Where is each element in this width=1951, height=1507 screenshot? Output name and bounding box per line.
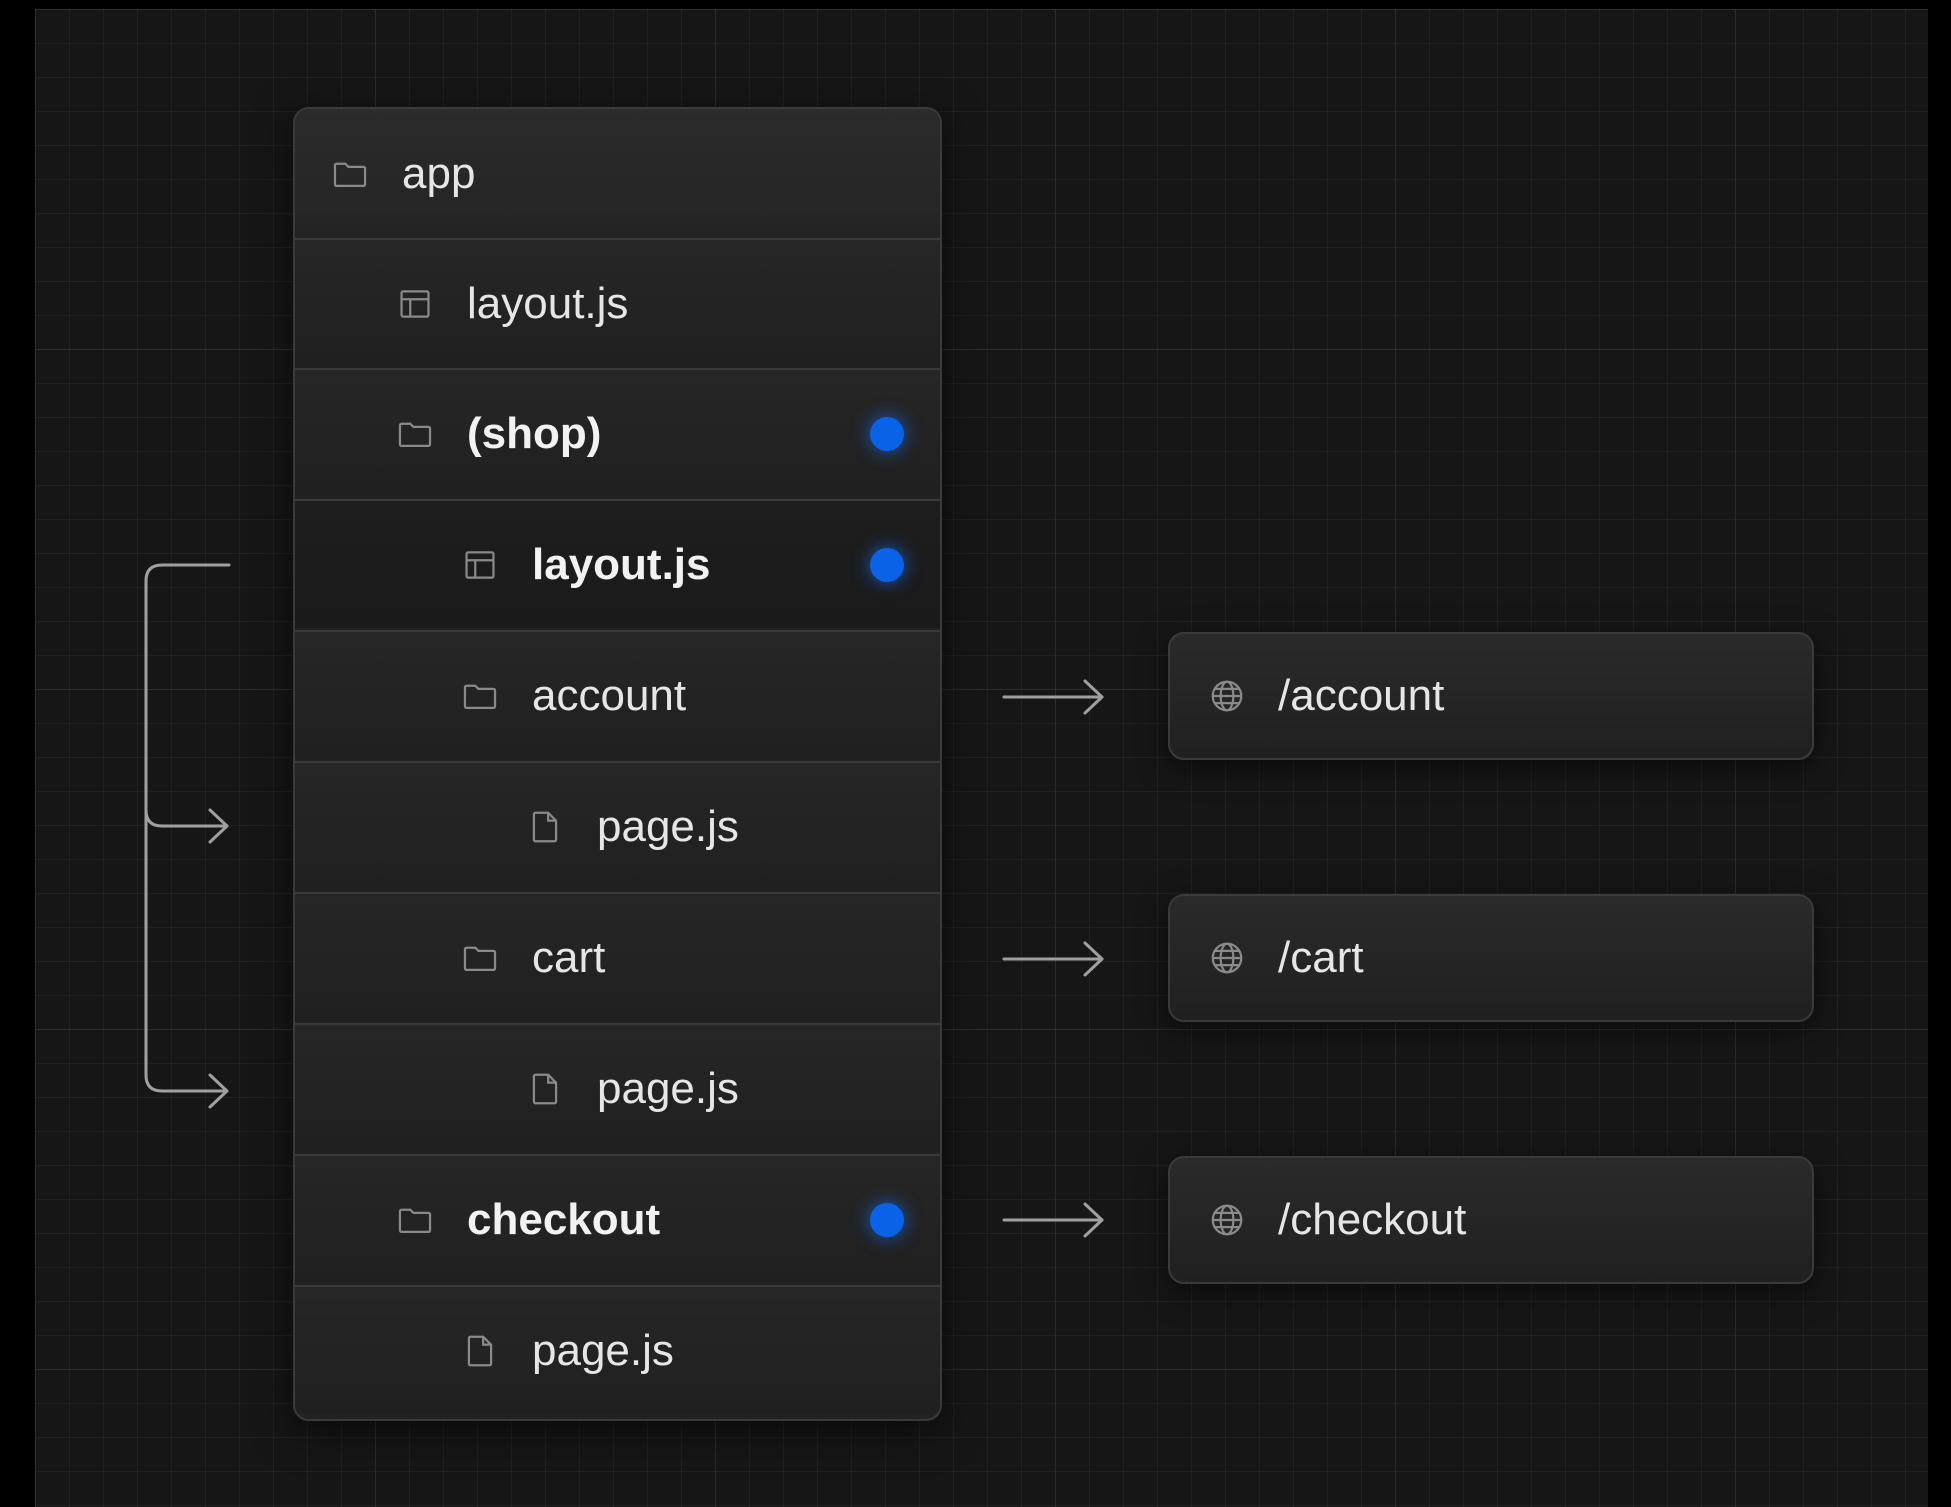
status-dot <box>870 547 904 582</box>
tree-row-shop[interactable]: (shop) <box>295 368 940 497</box>
tree-row-account[interactable]: account <box>295 630 940 759</box>
tree-row-account-page[interactable]: page.js <box>295 761 940 890</box>
tree-row-cart-page[interactable]: page.js <box>295 1023 940 1152</box>
globe-icon <box>1208 677 1246 715</box>
route-label: /cart <box>1278 933 1364 982</box>
file-icon <box>526 1070 564 1108</box>
route-label: /checkout <box>1278 1195 1467 1244</box>
folder-icon <box>461 677 499 715</box>
route-label: /account <box>1278 671 1445 720</box>
tree-row-cart[interactable]: cart <box>295 892 940 1021</box>
tree-row-label: (shop) <box>467 408 602 458</box>
file-tree: app layout.js (shop) layout.js account p… <box>293 107 942 1421</box>
status-dot <box>870 1202 904 1237</box>
file-icon <box>526 808 564 846</box>
folder-icon <box>461 939 499 977</box>
folder-icon <box>396 415 434 453</box>
tree-row-label: layout.js <box>532 539 711 589</box>
file-icon <box>461 1332 499 1370</box>
tree-row-app[interactable]: app <box>295 109 940 238</box>
tree-row-label: checkout <box>467 1194 661 1244</box>
tree-row-shop-layout[interactable]: layout.js <box>295 499 940 628</box>
route-cart[interactable]: /cart <box>1168 894 1814 1022</box>
status-dot <box>870 416 904 451</box>
tree-row-checkout-page[interactable]: page.js <box>295 1285 940 1414</box>
layout-icon <box>461 546 499 584</box>
globe-icon <box>1208 939 1246 977</box>
tree-row-label: page.js <box>597 1063 739 1113</box>
tree-row-label: page.js <box>532 1325 674 1375</box>
route-account[interactable]: /account <box>1168 632 1814 760</box>
tree-row-layout[interactable]: layout.js <box>295 238 940 367</box>
folder-icon <box>331 155 369 193</box>
tree-row-label: page.js <box>597 801 739 851</box>
folder-icon <box>396 1201 434 1239</box>
tree-row-label: app <box>402 148 476 198</box>
tree-row-label: cart <box>532 932 606 982</box>
layout-icon <box>396 285 434 323</box>
route-checkout[interactable]: /checkout <box>1168 1156 1814 1284</box>
tree-row-label: account <box>532 670 687 720</box>
tree-row-label: layout.js <box>467 278 629 328</box>
tree-row-checkout[interactable]: checkout <box>295 1154 940 1283</box>
globe-icon <box>1208 1201 1246 1239</box>
